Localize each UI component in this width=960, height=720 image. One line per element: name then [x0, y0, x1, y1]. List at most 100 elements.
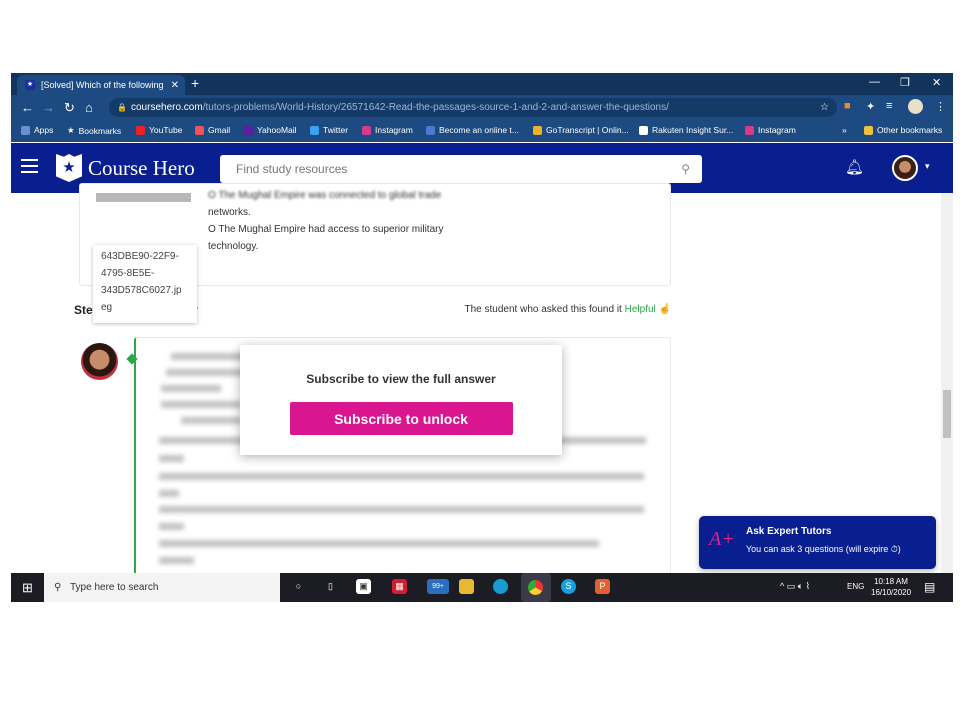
star-icon: ★ — [67, 125, 75, 135]
screen: ★ [Solved] Which of the following ✕ + — … — [11, 73, 953, 602]
bookmark-yahoomail[interactable]: YahooMail — [244, 125, 297, 135]
powerpoint-icon[interactable]: P — [595, 579, 610, 594]
gmail-icon — [195, 125, 204, 135]
address-bar[interactable]: 🔒 coursehero.com/tutors-problems/World-H… — [109, 98, 837, 117]
chevron-down-icon[interactable]: ▾ — [925, 161, 930, 172]
content: O The Mughal Empire was connected to glo… — [11, 183, 941, 597]
bookmark-rakuten[interactable]: Rakuten Insight Sur... — [639, 125, 733, 135]
close-tab-icon[interactable]: ✕ — [171, 80, 179, 91]
scrollbar-thumb[interactable] — [943, 390, 951, 438]
shield-star-icon: ★ — [56, 154, 82, 182]
home-icon[interactable]: ⌂ — [85, 100, 93, 115]
language-indicator[interactable]: ENG — [847, 582, 864, 591]
tooltip-line: 343D578C6027.jp — [101, 285, 182, 296]
bookmark-instagram-2[interactable]: Instagram — [745, 125, 796, 135]
coursehero-logo[interactable]: ★ Course Hero — [56, 154, 195, 182]
search-input[interactable]: Find study resources ⚲ — [220, 155, 702, 183]
apps-icon — [21, 125, 30, 135]
media-icon[interactable]: ≡ — [886, 100, 892, 112]
profile-icon[interactable] — [908, 99, 923, 114]
skype-icon[interactable]: S — [561, 579, 576, 594]
bookmark-twitter[interactable]: Twitter — [310, 125, 348, 135]
instagram-icon — [745, 125, 754, 135]
search-icon[interactable]: ⚲ — [681, 155, 690, 183]
tooltip-line: 4795-8E5E- — [101, 268, 155, 279]
file-explorer-icon[interactable] — [459, 579, 474, 594]
helpful-label: Helpful — [624, 304, 656, 315]
bookmark-apps[interactable]: Apps — [21, 125, 53, 135]
avatar[interactable] — [892, 155, 918, 181]
youtube-icon — [136, 125, 145, 135]
minimize-button[interactable]: — — [869, 76, 880, 88]
bookmark-label: YahooMail — [257, 125, 297, 135]
mail-icon[interactable]: 99+ — [427, 579, 449, 594]
expert-subtitle-text: You can ask 3 questions (will expire — [746, 544, 889, 554]
windows-start-icon[interactable]: ⊞ — [22, 580, 33, 596]
edge-icon[interactable] — [493, 579, 508, 594]
taskbar-search[interactable]: ⚲ Type here to search — [44, 573, 280, 602]
search-icon: ⚲ — [54, 582, 62, 593]
bookmark-label: Twitter — [323, 125, 349, 135]
bookmark-instagram[interactable]: Instagram — [362, 125, 413, 135]
close-window-button[interactable]: ✕ — [932, 76, 941, 89]
windows-taskbar: ⊞ ⚲ Type here to search ○ ▯ ▣ ▦ 99+ S P ^… — [11, 573, 953, 602]
back-icon[interactable]: ← — [21, 100, 34, 115]
time: 10:18 AM — [874, 577, 908, 586]
bookmark-gotranscript[interactable]: GoTranscript | Onlin... — [533, 125, 629, 135]
clock[interactable]: 10:18 AM 16/10/2020 — [871, 576, 911, 598]
option-text: O The Mughal Empire had access to superi… — [208, 224, 444, 235]
expert-title: Ask Expert Tutors — [746, 526, 832, 537]
bookmark-label: Instagram — [758, 125, 796, 135]
folder-icon — [864, 125, 873, 135]
star-icon[interactable]: ☆ — [820, 98, 829, 117]
bookmark-label: Rakuten Insight Sur... — [652, 125, 734, 135]
bookmark-label: GoTranscript | Onlin... — [546, 125, 629, 135]
tutor-avatar — [81, 343, 118, 380]
helpful-prefix: The student who asked this found it — [464, 304, 622, 315]
restore-button[interactable]: ❐ — [900, 76, 910, 89]
subscribe-modal: Subscribe to view the full answer Subscr… — [240, 345, 562, 455]
bell-icon[interactable]: 🔔︎ — [845, 158, 864, 176]
bookmark-become-tutor[interactable]: Become an online t... — [426, 125, 519, 135]
page-scrollbar[interactable] — [941, 193, 953, 573]
coursehero-favicon-icon: ★ — [25, 80, 35, 90]
reload-icon[interactable]: ↻ — [64, 100, 75, 116]
option-text: networks. — [208, 207, 251, 218]
brand-name: Course Hero — [88, 155, 195, 180]
menu-icon[interactable] — [21, 159, 38, 177]
bookmark-youtube[interactable]: YouTube — [136, 125, 182, 135]
search-placeholder: Find study resources — [236, 162, 348, 176]
forward-icon[interactable]: → — [42, 100, 55, 115]
cortana-icon[interactable]: ○ — [291, 579, 306, 594]
more-bookmarks-icon[interactable]: » — [842, 125, 847, 135]
task-view-icon[interactable]: ▯ — [323, 579, 338, 594]
subscribe-button[interactable]: Subscribe to unlock — [289, 402, 513, 435]
question-image[interactable] — [96, 193, 191, 202]
browser-tab[interactable]: ★ [Solved] Which of the following ✕ — [17, 75, 185, 95]
notification-icon[interactable]: ▤ — [924, 580, 935, 594]
bookmark-gmail[interactable]: Gmail — [195, 125, 230, 135]
ask-expert-tutors-widget[interactable]: A+ Ask Expert Tutors You can ask 3 quest… — [699, 516, 936, 569]
store-icon[interactable]: ▣ — [356, 579, 371, 594]
file-name-tooltip: 643DBE90-22F9- 4795-8E5E- 343D578C6027.j… — [93, 245, 197, 323]
puzzle-icon[interactable]: ✦ — [866, 100, 875, 113]
instagram-icon — [362, 125, 371, 135]
bookmark-bookmarks[interactable]: ★ Bookmarks — [67, 125, 121, 136]
gift-icon[interactable]: ▦ — [392, 579, 407, 594]
new-tab-button[interactable]: + — [191, 75, 199, 91]
other-bookmarks[interactable]: Other bookmarks — [864, 125, 942, 135]
extension-icon[interactable]: ■ — [844, 100, 851, 112]
gotranscript-icon — [533, 125, 542, 135]
option-text: O The Mughal Empire was connected to glo… — [208, 190, 442, 201]
menu-icon[interactable]: ⋮ — [935, 100, 946, 113]
thumbs-up-icon[interactable]: ☝ — [656, 304, 671, 315]
expert-subtitle: You can ask 3 questions (will expire ⏱) — [746, 544, 901, 555]
rakuten-icon — [639, 125, 648, 135]
bookmark-label: Other bookmarks — [877, 125, 943, 135]
browser-toolbar: ← → ↻ ⌂ 🔒 coursehero.com/tutors-problems… — [11, 95, 953, 120]
tray-icons[interactable]: ^ ▭ 🔈︎ ⌇ — [780, 581, 810, 592]
timer-icon: ⏱) — [890, 544, 901, 554]
bookmarks-bar: Apps ★ Bookmarks YouTube Gmail YahooMail … — [11, 120, 953, 142]
chrome-taskbar-button[interactable] — [521, 573, 551, 602]
option-text: technology. — [208, 241, 259, 252]
